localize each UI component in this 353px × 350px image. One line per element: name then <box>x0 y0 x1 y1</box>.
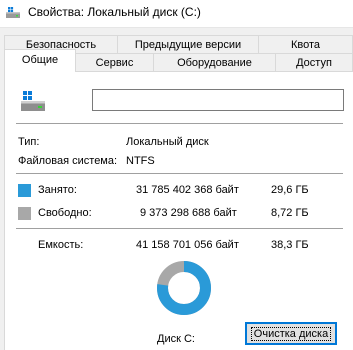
capacity-bytes: 41 158 701 056 байт <box>136 239 239 251</box>
windows-drive-icon <box>21 91 45 111</box>
free-bytes: 9 373 298 688 байт <box>140 207 237 219</box>
capacity-size: 38,3 ГБ <box>271 239 309 251</box>
filesystem-label: Файловая система: <box>18 155 118 167</box>
usage-donut-chart <box>157 261 211 315</box>
tab-hardware[interactable]: Оборудование <box>153 53 276 72</box>
tab-sharing[interactable]: Доступ <box>275 53 353 72</box>
free-label: Свободно: <box>38 207 92 219</box>
tab-quota[interactable]: Квота <box>258 35 353 54</box>
drive-icon <box>6 7 20 18</box>
used-bytes: 31 785 402 368 байт <box>136 184 239 196</box>
drive-name-input[interactable] <box>92 89 344 111</box>
separator <box>16 228 343 229</box>
used-color-swatch <box>18 184 31 197</box>
separator <box>16 173 343 174</box>
free-color-swatch <box>18 207 31 220</box>
used-label: Занято: <box>38 184 77 196</box>
separator <box>16 123 343 124</box>
disk-cleanup-button[interactable]: Очистка диска <box>245 322 337 345</box>
window-title: Свойства: Локальный диск (C:) <box>28 5 201 19</box>
tab-tools[interactable]: Сервис <box>75 53 154 72</box>
tab-general[interactable]: Общие <box>4 49 76 72</box>
tab-previous-versions[interactable]: Предыдущие версии <box>117 35 259 54</box>
used-size: 29,6 ГБ <box>271 184 309 196</box>
type-value: Локальный диск <box>126 136 209 148</box>
type-label: Тип: <box>18 136 40 148</box>
title-bar: Свойства: Локальный диск (C:) <box>0 0 353 28</box>
capacity-label: Емкость: <box>38 239 84 251</box>
general-panel: Тип: Локальный диск Файловая система: NT… <box>4 71 353 350</box>
disk-label: Диск C: <box>157 333 195 345</box>
filesystem-value: NTFS <box>126 155 155 167</box>
disk-cleanup-label: Очистка диска <box>250 326 332 341</box>
properties-window: Свойства: Локальный диск (C:) Безопаснос… <box>0 0 353 350</box>
free-size: 8,72 ГБ <box>271 207 309 219</box>
